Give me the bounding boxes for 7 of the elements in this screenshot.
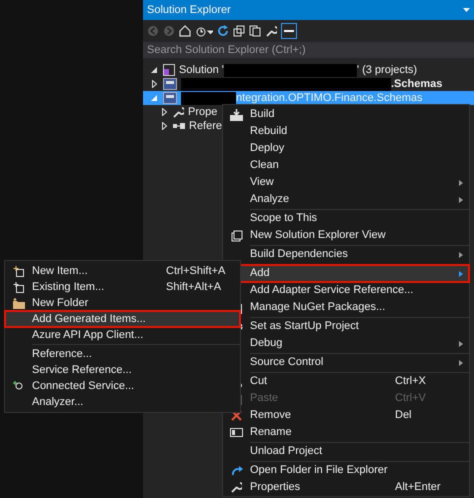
tree-item-label: Refere <box>189 118 222 134</box>
panel-title: Solution Explorer <box>147 2 231 18</box>
tree-item-label: ' (3 projects) <box>356 62 418 78</box>
tree-item-label: Prope <box>188 104 218 120</box>
tree-item-label: ntegration.OPTIMO.Finance.Schemas <box>236 90 422 106</box>
tree-item-label: .Schemas <box>391 76 442 92</box>
tree-item-label: Solution ' <box>179 62 224 78</box>
